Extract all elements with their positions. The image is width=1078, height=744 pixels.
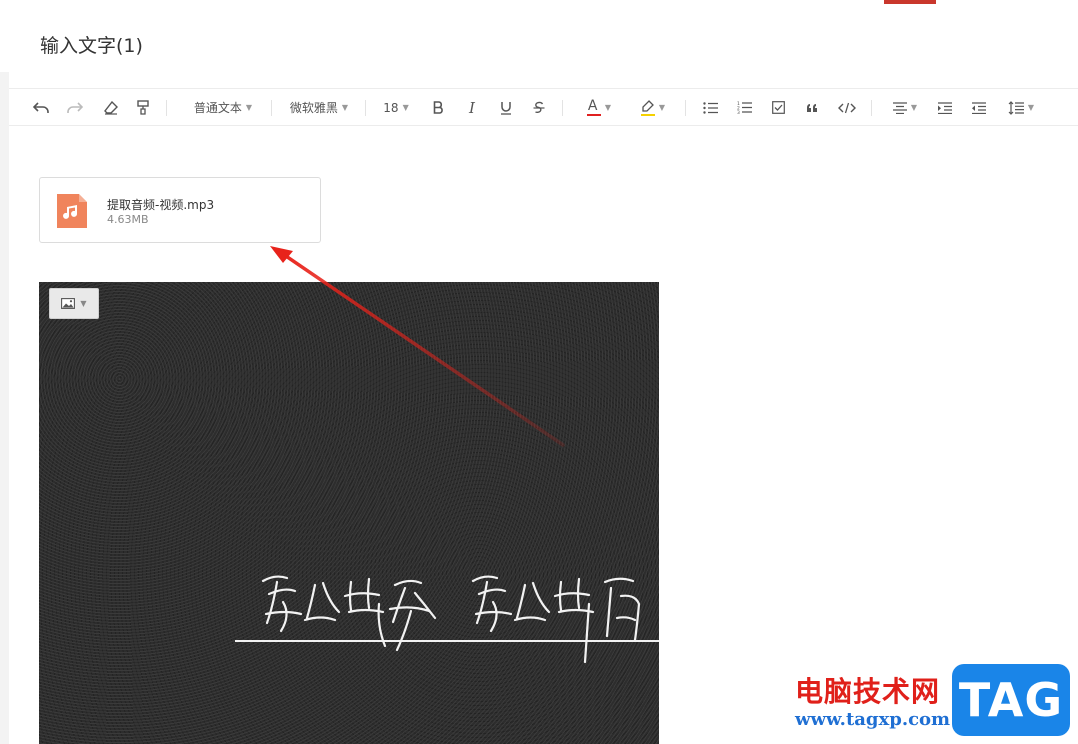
indent-icon	[938, 101, 952, 114]
toolbar-divider	[166, 100, 167, 116]
align-select[interactable]: ▼	[886, 89, 924, 126]
line-height-icon	[1008, 100, 1024, 115]
chevron-down-icon: ▼	[658, 103, 666, 112]
editor-toolbar: 普通文本 ▼ 微软雅黑 ▼ 18 ▼ I A ▼ ▼ 1 2 3 ▼ ▼	[9, 88, 1078, 126]
clear-format-button[interactable]	[99, 89, 123, 126]
undo-button[interactable]	[29, 89, 53, 126]
highlight-swatch	[640, 113, 655, 116]
outdent-icon	[972, 101, 986, 114]
checkbox-icon	[771, 101, 785, 114]
code-icon	[838, 102, 856, 114]
underline-icon	[500, 101, 512, 115]
file-name: 提取音频-视频.mp3	[107, 198, 215, 212]
line-height-select[interactable]: ▼	[1002, 89, 1040, 126]
toolbar-divider	[871, 100, 872, 116]
quote-button[interactable]	[801, 89, 823, 126]
watermark-site-name: 电脑技术网	[795, 675, 941, 708]
chevron-down-icon: ▼	[80, 299, 87, 308]
quote-icon	[806, 103, 818, 113]
toolbar-divider	[685, 100, 686, 116]
top-accent-bar	[884, 0, 936, 4]
chevron-down-icon: ▼	[341, 103, 349, 112]
image-icon	[61, 294, 76, 313]
chevron-down-icon: ▼	[402, 103, 409, 112]
highlighter-icon	[640, 99, 655, 117]
font-family-select[interactable]: 微软雅黑 ▼	[283, 89, 355, 126]
font-size-value: 18	[383, 100, 399, 115]
align-center-icon	[892, 101, 907, 114]
redo-icon	[67, 101, 83, 114]
underline-button[interactable]	[495, 89, 517, 126]
highlight-color-button[interactable]: ▼	[631, 89, 675, 126]
paragraph-style-select[interactable]: 普通文本 ▼	[185, 89, 261, 126]
eraser-icon	[104, 100, 118, 115]
svg-text:3: 3	[737, 110, 740, 114]
music-file-icon	[57, 194, 87, 228]
italic-button[interactable]: I	[461, 89, 483, 126]
code-button[interactable]	[835, 89, 859, 126]
bold-button[interactable]	[427, 89, 449, 126]
bold-icon	[433, 101, 444, 114]
numbered-list-button[interactable]: 123	[733, 89, 755, 126]
chevron-down-icon: ▼	[1027, 103, 1035, 112]
text-color-button[interactable]: A ▼	[577, 89, 621, 126]
numbered-list-icon: 123	[737, 101, 752, 114]
italic-icon: I	[469, 98, 475, 117]
font-family-value: 微软雅黑	[289, 101, 338, 115]
bullet-list-icon	[702, 101, 718, 114]
undo-icon	[33, 101, 49, 114]
toolbar-divider	[562, 100, 563, 116]
text-color-letter: A	[587, 97, 598, 114]
chevron-down-icon: ▼	[604, 103, 612, 112]
handwritten-calligraphy-art	[235, 575, 659, 664]
font-size-select[interactable]: 18 ▼	[377, 89, 415, 126]
checklist-button[interactable]	[767, 89, 789, 126]
chevron-down-icon: ▼	[245, 103, 253, 112]
format-painter-icon	[137, 100, 149, 115]
toolbar-divider	[365, 100, 366, 116]
redo-button[interactable]	[63, 89, 87, 126]
indent-button[interactable]	[934, 89, 956, 126]
chevron-down-icon: ▼	[910, 103, 918, 112]
audio-attachment-card[interactable]: 提取音频-视频.mp3 4.63MB	[39, 177, 321, 243]
toolbar-divider	[271, 100, 272, 116]
image-options-button[interactable]: ▼	[49, 288, 99, 319]
watermark-url: www.tagxp.com	[795, 709, 951, 730]
text-color-icon: A	[586, 97, 601, 117]
watermark-tag-logo: TAG	[952, 664, 1070, 736]
embedded-image[interactable]: ▼	[39, 282, 659, 744]
text-color-swatch	[586, 113, 601, 116]
file-size: 4.63MB	[107, 213, 149, 226]
strikethrough-icon	[533, 101, 545, 115]
outdent-button[interactable]	[968, 89, 990, 126]
left-panel-edge	[0, 72, 9, 744]
strikethrough-button[interactable]	[528, 89, 550, 126]
bullet-list-button[interactable]	[699, 89, 721, 126]
document-title[interactable]: 输入文字(1)	[40, 31, 143, 58]
paragraph-style-value: 普通文本	[193, 101, 242, 115]
format-painter-button[interactable]	[131, 89, 155, 126]
